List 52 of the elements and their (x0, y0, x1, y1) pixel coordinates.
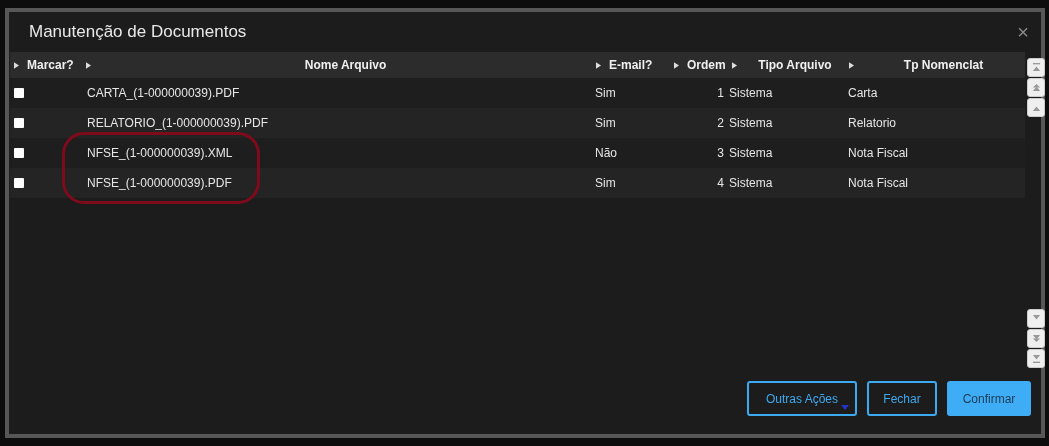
table-cell: Não (595, 146, 617, 160)
action-button[interactable]: Confirmar (947, 381, 1031, 416)
table-cell: Sistema (729, 116, 773, 130)
column-header[interactable]: Ordem (687, 58, 726, 72)
table-cell: Sistema (729, 146, 773, 160)
checkbox[interactable] (14, 118, 24, 128)
column-header[interactable]: E-mail? (609, 58, 653, 72)
table-cell: Sistema (729, 176, 773, 190)
table-cell: Nota Fiscal (848, 176, 909, 190)
table-cell: 1 (717, 86, 724, 100)
table-cell: Sim (595, 86, 616, 100)
scroll-down-button[interactable] (1027, 349, 1045, 368)
expand-arrow-icon[interactable] (86, 61, 91, 69)
checkbox[interactable] (14, 178, 24, 188)
column-header[interactable]: Tp Nomenclat (862, 58, 1025, 72)
expand-arrow-icon[interactable] (849, 61, 854, 69)
table-cell: 4 (717, 176, 724, 190)
down-arrow-icon (1031, 333, 1041, 344)
table-cell: Sim (595, 176, 616, 190)
expand-arrow-icon[interactable] (14, 61, 19, 69)
table-cell: RELATORIO_(1-000000039).PDF (87, 116, 268, 130)
scroll-up-button[interactable] (1027, 98, 1045, 117)
table-cell: Relatorio (848, 116, 897, 130)
table-cell: 2 (717, 116, 724, 130)
column-header[interactable]: Nome Arquivo (99, 58, 592, 72)
down-arrow-icon (1031, 353, 1041, 364)
up-arrow-icon (1031, 62, 1041, 73)
action-button[interactable]: Outras Ações (747, 381, 857, 416)
checkbox[interactable] (14, 88, 24, 98)
up-arrow-icon (1031, 82, 1041, 93)
scroll-down-button[interactable] (1027, 309, 1045, 328)
scroll-up-button[interactable] (1027, 78, 1045, 97)
expand-arrow-icon[interactable] (596, 61, 601, 69)
scroll-down-button[interactable] (1027, 329, 1045, 348)
checkbox[interactable] (14, 148, 24, 158)
table-cell: CARTA_(1-000000039).PDF (87, 86, 240, 100)
scroll-up-button[interactable] (1027, 58, 1045, 77)
dialog-title: Manutenção de Documentos (29, 22, 247, 42)
action-button[interactable]: Fechar (867, 381, 937, 416)
expand-arrow-icon[interactable] (732, 61, 737, 69)
table-cell: Sistema (729, 86, 773, 100)
table-cell: 3 (717, 146, 724, 160)
table-cell: Carta (848, 86, 878, 100)
column-header[interactable]: Marcar? (27, 58, 74, 72)
column-header[interactable]: Tipo Arquivo (745, 58, 845, 72)
table-cell: Nota Fiscal (848, 146, 909, 160)
table-cell: Sim (595, 116, 616, 130)
close-button[interactable]: × (1013, 20, 1033, 44)
caret-icon (841, 405, 849, 410)
table-cell: NFSE_(1-000000039).PDF (87, 176, 232, 190)
expand-arrow-icon[interactable] (674, 61, 679, 69)
table-cell: NFSE_(1-000000039).XML (87, 146, 233, 160)
